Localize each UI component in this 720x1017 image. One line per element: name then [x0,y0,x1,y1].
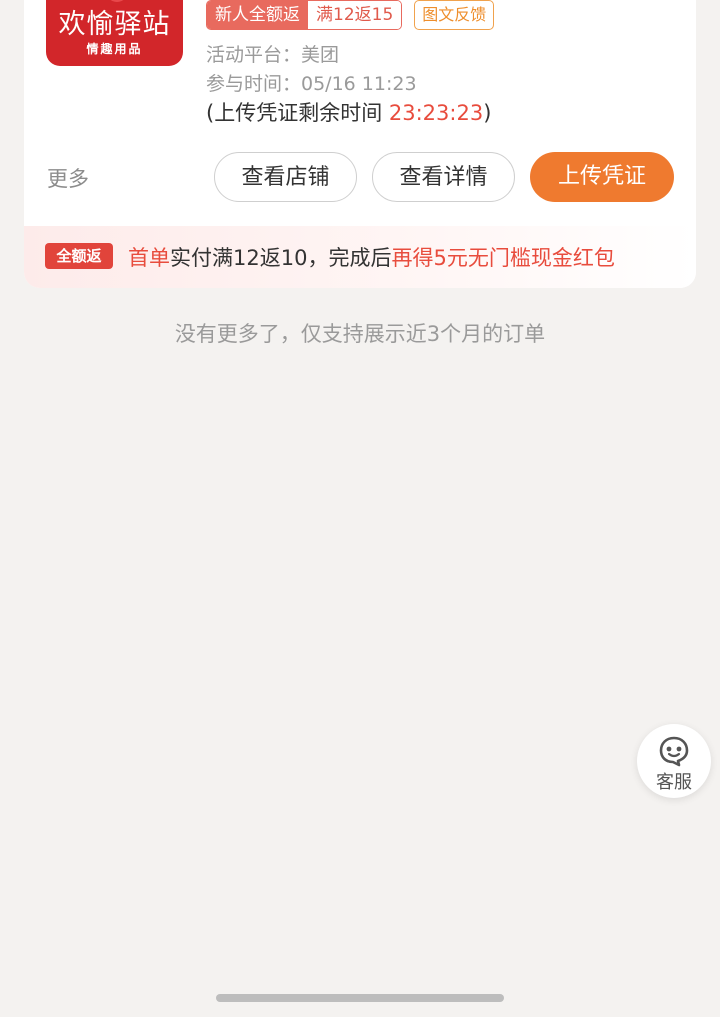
promo-banner: 全额返 首单实付满12返10，完成后再得5元无门槛现金红包 [24,226,696,288]
logo-name: 欢愉驿站 [58,9,171,40]
feedback-type-badge: 图文反馈 [414,0,495,30]
view-detail-button[interactable]: 查看详情 [372,152,515,202]
shop-logo[interactable]: 欢愉驿站 情趣用品 [46,0,183,66]
badge-row: 新人全额返 满12返15 图文反馈 [206,0,495,30]
logo-subtitle: 情趣用品 [86,42,143,56]
activity-type-badge: 新人全额返 [207,1,308,29]
upload-proof-button[interactable]: 上传凭证 [530,152,674,202]
customer-service-button[interactable]: 客服 [637,724,711,798]
promo-first-order: 首单 [128,246,170,270]
promo-text: 首单实付满12返10，完成后再得5元无门槛现金红包 [128,242,615,272]
deadline-countdown: 23:23:23 [388,101,484,125]
home-indicator[interactable] [216,994,504,1002]
deadline-suffix: ) [483,101,492,125]
promo-condition: 实付满12返10，完成后 [170,246,392,270]
promo-bonus: 再得5元无门槛现金红包 [391,246,615,270]
deadline-prefix: (上传凭证剩余时间 [206,101,389,125]
view-shop-button[interactable]: 查看店铺 [214,152,357,202]
promo-tag: 全额返 [45,243,113,269]
customer-service-label: 客服 [656,772,692,793]
order-card: 欢愉驿站 情趣用品 新人全额返 满12返15 图文反馈 活动平台：美团 参与时间… [24,0,696,288]
more-link[interactable]: 更多 [47,163,89,193]
platform-info: 活动平台：美团 [206,44,340,66]
customer-service-icon [659,736,689,767]
no-more-text: 没有更多了，仅支持展示近3个月的订单 [174,322,546,346]
upload-deadline: (上传凭证剩余时间 23:23:23) [206,97,491,127]
activity-badge: 新人全额返 满12返15 [206,0,403,30]
activity-rule-badge: 满12返15 [308,1,402,29]
join-time-info: 参与时间：05/16 11:23 [206,73,417,95]
